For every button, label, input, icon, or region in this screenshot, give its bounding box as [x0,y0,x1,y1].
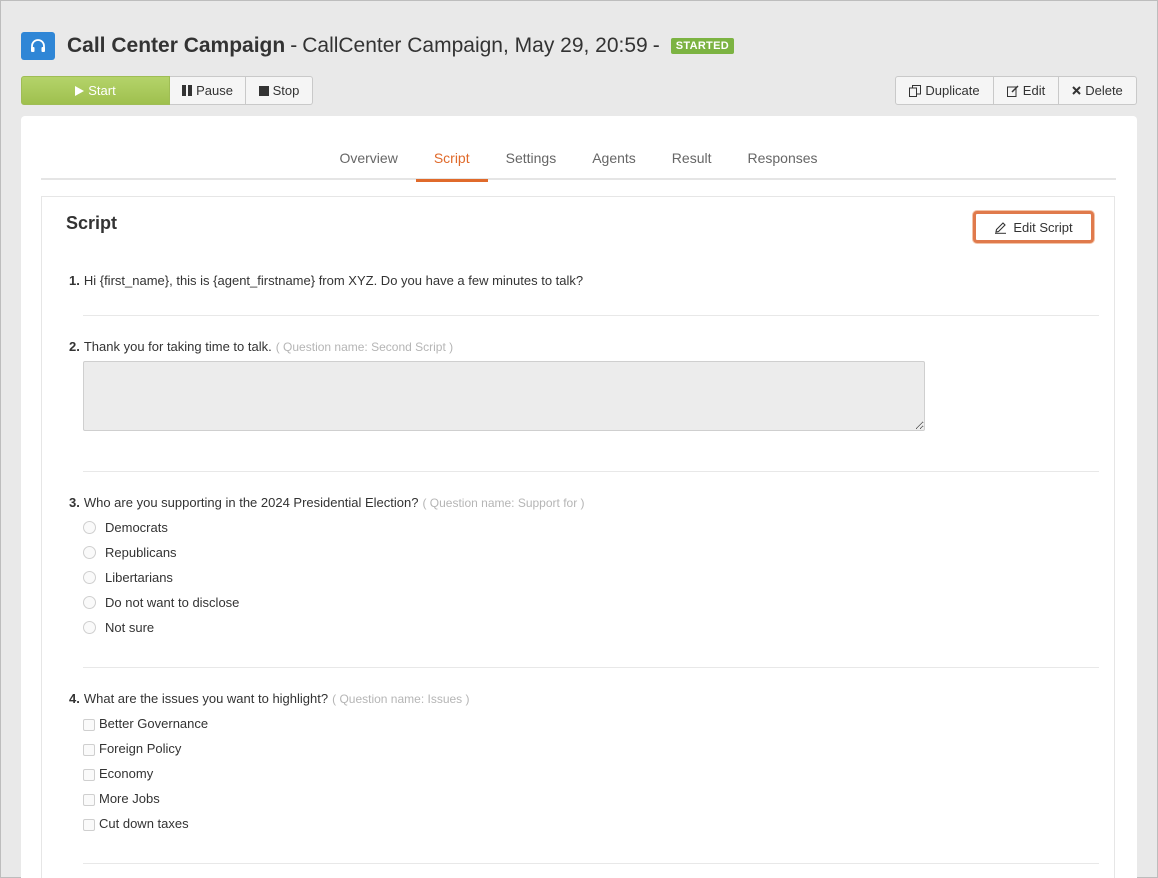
radio-button[interactable] [83,621,96,634]
question-name: ( Question name: Second Script ) [275,340,454,354]
title-separator-2: - [652,34,660,57]
pause-button-label: Pause [196,83,233,98]
checkbox-option-cut-down-taxes[interactable]: Cut down taxes [83,816,189,831]
duplicate-button[interactable]: Duplicate [895,76,994,105]
option-label: Foreign Policy [99,741,182,756]
edit-script-label: Edit Script [1013,219,1073,235]
option-label: Economy [99,766,154,781]
question-number: 2. [69,339,80,354]
script-panel: Script Edit Script 1. Hi {first_name}, th… [41,196,1115,878]
divider [83,471,1099,472]
edit-icon [1006,84,1019,97]
question-3: 3. Who are you supporting in the 2024 Pre… [69,495,585,510]
edit-button-label: Edit [1022,83,1046,98]
headset-icon [21,32,55,60]
divider [83,315,1099,316]
question-text: Thank you for taking time to talk. [83,339,272,354]
checkbox[interactable] [83,744,95,756]
start-button-label: Start [88,83,116,98]
pencil-icon [994,221,1007,234]
tab-settings[interactable]: Settings [488,116,575,180]
radio-option-do-not-disclose[interactable]: Do not want to disclose [83,595,239,610]
title-separator: - [290,34,298,57]
option-label: Democrats [105,520,168,535]
answer-textarea[interactable] [83,361,925,431]
edit-script-button[interactable]: Edit Script [973,211,1094,243]
tab-agents[interactable]: Agents [574,116,654,180]
option-label: Not sure [105,620,155,635]
start-button[interactable]: Start [21,76,170,105]
option-label: More Jobs [99,791,160,806]
divider [83,863,1099,864]
option-label: Libertarians [105,570,173,585]
stop-button-label: Stop [272,83,300,98]
option-label: Do not want to disclose [105,595,240,610]
checkbox[interactable] [83,794,95,806]
checkbox-option-more-jobs[interactable]: More Jobs [83,791,160,806]
copy-icon [909,84,922,97]
duplicate-button-label: Duplicate [925,83,980,98]
checkbox-option-economy[interactable]: Economy [83,766,153,781]
question-number: 1. [69,273,80,288]
divider [83,667,1099,668]
tab-result[interactable]: Result [654,116,730,180]
tab-script[interactable]: Script [415,116,488,182]
question-number: 4. [69,691,80,706]
question-text: Hi {first_name}, this is {agent_firstnam… [83,273,584,288]
close-icon [1072,86,1081,95]
campaign-actions-group: Duplicate Edit Delete [895,76,1137,105]
radio-button[interactable] [83,546,96,559]
radio-button[interactable] [83,571,96,584]
radio-option-libertarians[interactable]: Libertarians [83,570,173,585]
pause-icon [182,85,193,96]
status-badge: STARTED [670,38,734,54]
question-name: ( Question name: Issues ) [332,692,470,706]
campaign-control-group: Start Pause Stop [21,76,313,105]
campaign-card: Overview Script Settings Agents Result R… [21,116,1137,878]
stop-button[interactable]: Stop [246,76,313,105]
question-4: 4. What are the issues you want to highli… [69,691,470,706]
stop-icon [258,85,269,96]
checkbox[interactable] [83,719,95,731]
tab-responses[interactable]: Responses [729,116,835,180]
page-subtitle: CallCenter Campaign, May 29, 20:59 [302,34,648,57]
radio-button[interactable] [83,521,96,534]
page-header: Call Center Campaign - CallCenter Campai… [21,31,734,61]
delete-button[interactable]: Delete [1059,76,1137,105]
tab-bar: Overview Script Settings Agents Result R… [41,116,1116,182]
question-1: 1. Hi {first_name}, this is {agent_firstn… [69,273,583,288]
question-2: 2. Thank you for taking time to talk.( Qu… [69,339,453,354]
script-title: Script [66,213,118,233]
question-text: Who are you supporting in the 2024 Presi… [83,495,419,510]
checkbox[interactable] [83,819,95,831]
option-label: Republicans [105,545,177,560]
checkbox-option-foreign-policy[interactable]: Foreign Policy [83,741,181,756]
radio-option-not-sure[interactable]: Not sure [83,620,154,635]
tab-overview[interactable]: Overview [321,116,415,180]
checkbox[interactable] [83,769,95,781]
edit-button[interactable]: Edit [994,76,1059,105]
delete-button-label: Delete [1085,83,1123,98]
option-label: Cut down taxes [99,816,189,831]
pause-button[interactable]: Pause [170,76,246,105]
option-label: Better Governance [99,716,209,731]
radio-option-republicans[interactable]: Republicans [83,545,177,560]
question-number: 3. [69,495,80,510]
checkbox-option-better-governance[interactable]: Better Governance [83,716,208,731]
radio-option-democrats[interactable]: Democrats [83,520,168,535]
play-icon [75,85,85,96]
question-name: ( Question name: Support for ) [422,496,585,510]
question-text: What are the issues you want to highligh… [83,691,329,706]
page-title: Call Center Campaign [67,34,286,57]
radio-button[interactable] [83,596,96,609]
